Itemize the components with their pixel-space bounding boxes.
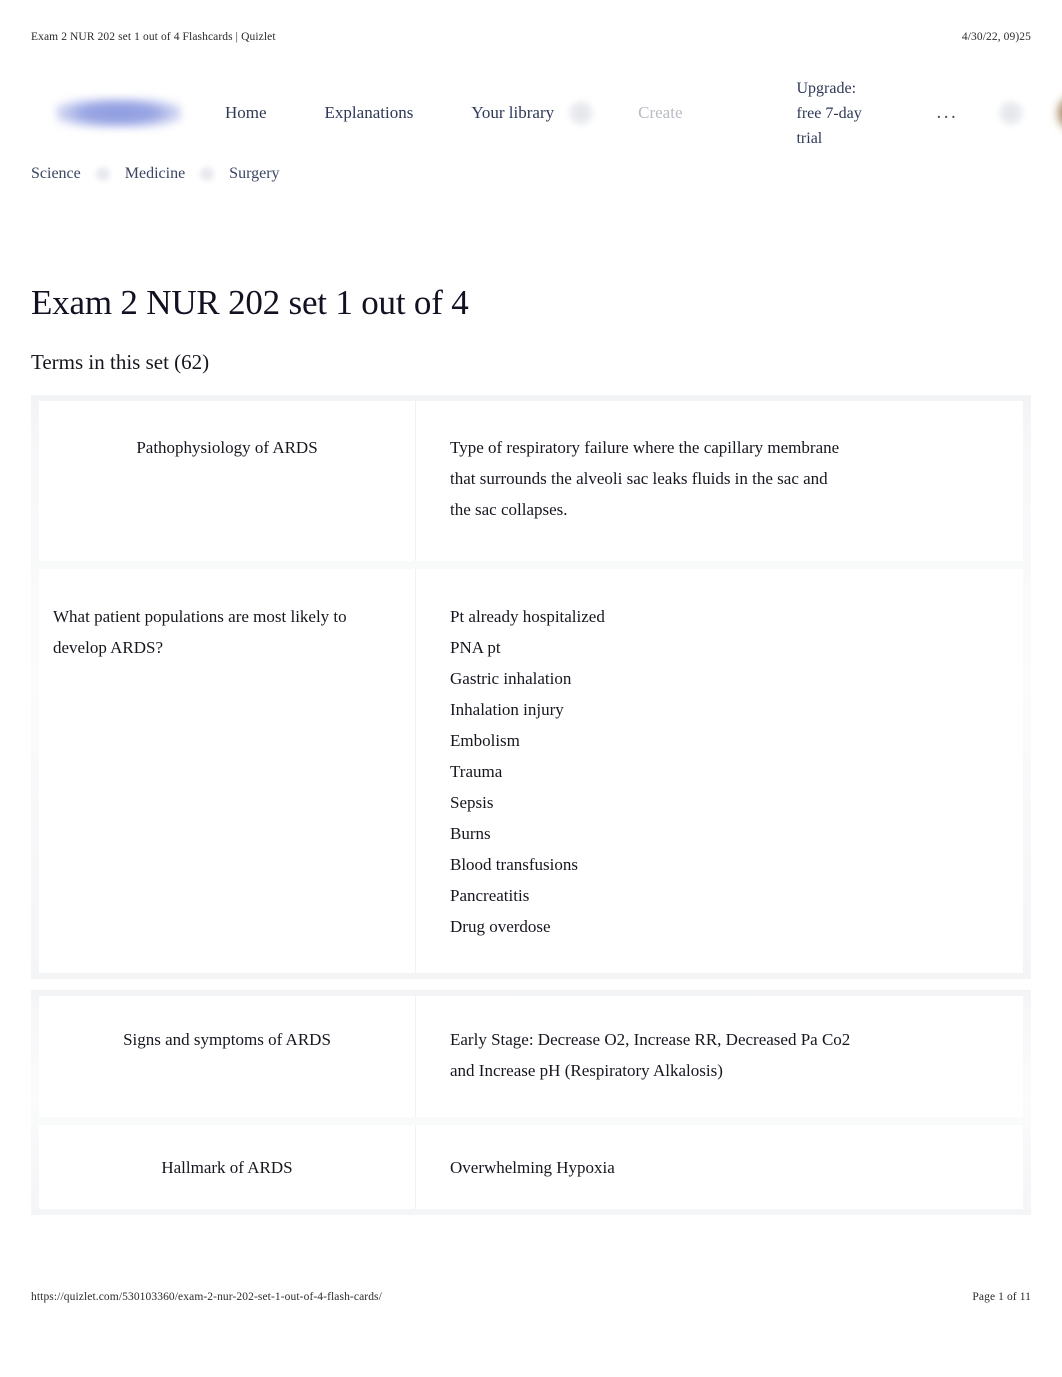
site-nav: Home Explanations Your library Create Up… — [31, 72, 1062, 154]
upgrade-button[interactable]: Upgrade: free 7-day trial — [796, 76, 866, 151]
flashcard-term: Hallmark of ARDS — [161, 1158, 293, 1177]
flashcard-definition: Type of respiratory failure where the ca… — [415, 401, 1023, 561]
print-footer-page: Page 1 of 11 — [972, 1291, 1031, 1303]
print-header: Exam 2 NUR 202 set 1 out of 4 Flashcards… — [0, 28, 1062, 46]
definition-line: Pt already hospitalized — [450, 607, 605, 626]
flashcard[interactable]: Hallmark of ARDS Overwhelming Hypoxia — [39, 1125, 1023, 1209]
avatar[interactable] — [1056, 93, 1062, 133]
definition-line: Pancreatitis — [450, 886, 530, 905]
definition-line: the sac collapses. — [450, 500, 568, 519]
flashcard[interactable]: Signs and symptoms of ARDS Early Stage: … — [39, 996, 1023, 1117]
more-options-button[interactable]: ... — [936, 102, 958, 124]
nav-link-home[interactable]: Home — [211, 103, 281, 123]
breadcrumb-separator-icon — [199, 166, 216, 182]
flashcard-term: Signs and symptoms of ARDS — [123, 1030, 331, 1049]
breadcrumb-separator-icon — [94, 166, 111, 182]
nav-link-create[interactable]: Create — [624, 103, 696, 123]
breadcrumb-item-medicine[interactable]: Medicine — [125, 165, 185, 183]
chevron-down-icon[interactable] — [568, 100, 595, 126]
quizlet-logo-icon[interactable] — [56, 98, 181, 128]
definition-line: Blood transfusions — [450, 855, 578, 874]
breadcrumb: Science Medicine Surgery — [31, 165, 280, 183]
notifications-icon[interactable] — [998, 100, 1025, 126]
definition-line: Burns — [450, 824, 491, 843]
flashcard-term: What patient populations are most likely… — [53, 607, 347, 657]
print-header-timestamp: 4/30/22, 09)25 — [961, 31, 1031, 43]
print-page: Exam 2 NUR 202 set 1 out of 4 Flashcards… — [0, 0, 1062, 1377]
flashcard-group: Signs and symptoms of ARDS Early Stage: … — [31, 990, 1031, 1215]
definition-line: and Increase pH (Respiratory Alkalosis) — [450, 1061, 723, 1080]
flashcard-group: Pathophysiology of ARDS Type of respirat… — [31, 395, 1031, 979]
breadcrumb-item-surgery[interactable]: Surgery — [229, 165, 279, 183]
terms-count-label: Terms in this set (62) — [31, 350, 210, 374]
nav-link-your-library[interactable]: Your library — [457, 103, 568, 123]
flashcard-definition: Pt already hospitalized PNA pt Gastric i… — [415, 569, 1023, 973]
definition-line: PNA pt — [450, 638, 501, 657]
definition-line: Overwhelming Hypoxia — [450, 1158, 615, 1177]
definition-line: Early Stage: Decrease O2, Increase RR, D… — [450, 1030, 851, 1049]
definition-line: Drug overdose — [450, 917, 551, 936]
definition-line: Embolism — [450, 731, 520, 750]
definition-line: Trauma — [450, 762, 503, 781]
flashcard-term: Pathophysiology of ARDS — [136, 438, 318, 457]
print-footer-url: https://quizlet.com/530103360/exam-2-nur… — [31, 1291, 382, 1303]
definition-line: Type of respiratory failure where the ca… — [450, 438, 840, 457]
nav-link-explanations[interactable]: Explanations — [311, 103, 428, 123]
definition-line: Gastric inhalation — [450, 669, 572, 688]
flashcard-definition: Early Stage: Decrease O2, Increase RR, D… — [415, 996, 1023, 1117]
page-title: Exam 2 NUR 202 set 1 out of 4 — [31, 283, 469, 322]
definition-line: that surrounds the alveoli sac leaks flu… — [450, 469, 828, 488]
definition-line: Inhalation injury — [450, 700, 564, 719]
print-footer: https://quizlet.com/530103360/exam-2-nur… — [0, 1288, 1062, 1306]
print-header-title: Exam 2 NUR 202 set 1 out of 4 Flashcards… — [31, 31, 276, 43]
flashcard[interactable]: What patient populations are most likely… — [39, 569, 1023, 973]
breadcrumb-item-science[interactable]: Science — [31, 165, 81, 183]
definition-line: Sepsis — [450, 793, 494, 812]
flashcard[interactable]: Pathophysiology of ARDS Type of respirat… — [39, 401, 1023, 561]
flashcard-definition: Overwhelming Hypoxia — [415, 1125, 1023, 1209]
